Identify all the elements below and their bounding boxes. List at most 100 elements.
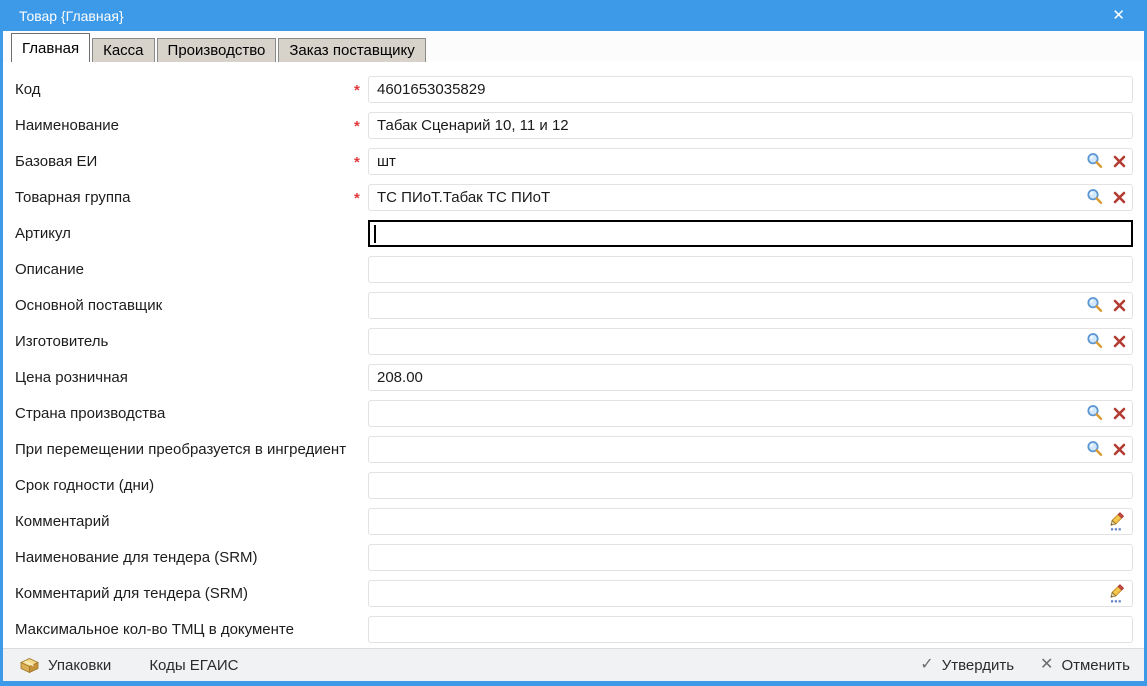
field-label: Наименование bbox=[15, 117, 354, 134]
text-input[interactable]: ТС ПИоТ.Табак ТС ПИоТ bbox=[368, 184, 1133, 211]
required-asterisk: * bbox=[354, 188, 368, 207]
text-input[interactable] bbox=[368, 292, 1133, 319]
required-asterisk: * bbox=[354, 80, 368, 99]
text-input[interactable]: 208.00 bbox=[368, 364, 1133, 391]
text-input[interactable] bbox=[368, 508, 1133, 535]
text-input[interactable] bbox=[368, 256, 1133, 283]
search-icon[interactable] bbox=[1086, 296, 1104, 314]
cancel-button[interactable]: ✕ Отменить bbox=[1040, 657, 1130, 674]
lookup-icon-group bbox=[1086, 440, 1126, 458]
field-label: Артикул bbox=[15, 225, 354, 242]
field-label: Наименование для тендера (SRM) bbox=[15, 549, 354, 566]
close-icon[interactable]: ✕ bbox=[1108, 6, 1129, 25]
edit-icon-group bbox=[1107, 584, 1126, 603]
field-label: Максимальное кол-во ТМЦ в документе bbox=[15, 621, 354, 638]
form-row: Максимальное кол-во ТМЦ в документе bbox=[3, 611, 1144, 647]
search-icon[interactable] bbox=[1086, 440, 1104, 458]
search-icon[interactable] bbox=[1086, 404, 1104, 422]
footer-action[interactable]: Упаковки bbox=[19, 657, 111, 674]
required-asterisk bbox=[354, 340, 368, 342]
form-row: Наименование для тендера (SRM) bbox=[3, 539, 1144, 575]
x-icon: ✕ bbox=[1040, 657, 1053, 673]
required-asterisk bbox=[354, 268, 368, 270]
form-row: Срок годности (дни) bbox=[3, 467, 1144, 503]
form-row: Товарная группа * ТС ПИоТ.Табак ТС ПИоТ bbox=[3, 179, 1144, 215]
text-input[interactable]: 4601653035829 bbox=[368, 76, 1133, 103]
footer-action-label: Упаковки bbox=[48, 657, 111, 674]
required-asterisk: * bbox=[354, 116, 368, 135]
field-label: Изготовитель bbox=[15, 333, 354, 350]
product-dialog-window: Товар {Главная} ✕ Главная Касса Производ… bbox=[0, 0, 1147, 686]
clear-icon[interactable] bbox=[1113, 191, 1126, 204]
form-row: Базовая ЕИ * шт bbox=[3, 143, 1144, 179]
titlebar: Товар {Главная} ✕ bbox=[0, 0, 1147, 31]
clear-icon[interactable] bbox=[1113, 299, 1126, 312]
lookup-icon-group bbox=[1086, 296, 1126, 314]
form-row: Комментарий для тендера (SRM) bbox=[3, 575, 1144, 611]
field-label: Срок годности (дни) bbox=[15, 477, 354, 494]
tab-active[interactable]: Главная bbox=[11, 33, 90, 62]
text-input[interactable]: шт bbox=[368, 148, 1133, 175]
text-input[interactable] bbox=[368, 220, 1133, 247]
field-label: Основной поставщик bbox=[15, 297, 354, 314]
text-input[interactable] bbox=[368, 400, 1133, 427]
form-row: Наименование * Табак Сценарий 10, 11 и 1… bbox=[3, 107, 1144, 143]
field-label: Комментарий bbox=[15, 513, 354, 530]
form-row: Изготовитель bbox=[3, 323, 1144, 359]
required-asterisk bbox=[354, 232, 368, 234]
form-row: Комментарий bbox=[3, 503, 1144, 539]
footer-right-actions: ✓ Утвердить ✕ Отменить bbox=[920, 657, 1130, 674]
form-row: Основной поставщик bbox=[3, 287, 1144, 323]
clear-icon[interactable] bbox=[1113, 155, 1126, 168]
tab-inactive[interactable]: Заказ поставщику bbox=[278, 38, 425, 62]
clear-icon[interactable] bbox=[1113, 443, 1126, 456]
edit-icon-group bbox=[1107, 512, 1126, 531]
field-label: Базовая ЕИ bbox=[15, 153, 354, 170]
text-input[interactable] bbox=[368, 544, 1133, 571]
text-input[interactable] bbox=[368, 616, 1133, 643]
text-input[interactable] bbox=[368, 328, 1133, 355]
required-asterisk bbox=[354, 376, 368, 378]
field-value: 208.00 bbox=[377, 369, 1126, 386]
field-value: ТС ПИоТ.Табак ТС ПИоТ bbox=[377, 189, 1080, 206]
clear-icon[interactable] bbox=[1113, 407, 1126, 420]
lookup-icon-group bbox=[1086, 404, 1126, 422]
text-input[interactable] bbox=[368, 436, 1133, 463]
cancel-button-label: Отменить bbox=[1061, 657, 1130, 674]
approve-button-label: Утвердить bbox=[942, 657, 1014, 674]
text-input[interactable] bbox=[368, 472, 1133, 499]
tab-inactive[interactable]: Касса bbox=[92, 38, 154, 62]
field-label: Комментарий для тендера (SRM) bbox=[15, 585, 354, 602]
text-input[interactable]: Табак Сценарий 10, 11 и 12 bbox=[368, 112, 1133, 139]
form-row: Страна производства bbox=[3, 395, 1144, 431]
form-row: Описание bbox=[3, 251, 1144, 287]
package-icon bbox=[19, 657, 40, 674]
lookup-icon-group bbox=[1086, 332, 1126, 350]
field-label: Описание bbox=[15, 261, 354, 278]
field-value: 4601653035829 bbox=[377, 81, 1126, 98]
required-asterisk bbox=[354, 448, 368, 450]
tab-inactive[interactable]: Производство bbox=[157, 38, 277, 62]
edit-pencil-icon[interactable] bbox=[1107, 512, 1126, 531]
required-asterisk bbox=[354, 628, 368, 630]
clear-icon[interactable] bbox=[1113, 335, 1126, 348]
field-label: Товарная группа bbox=[15, 189, 354, 206]
search-icon[interactable] bbox=[1086, 332, 1104, 350]
check-icon: ✓ bbox=[920, 657, 933, 673]
required-asterisk bbox=[354, 556, 368, 558]
field-label: При перемещении преобразуется в ингредие… bbox=[15, 441, 354, 458]
form-row: Код * 4601653035829 bbox=[3, 71, 1144, 107]
required-asterisk: * bbox=[354, 152, 368, 171]
required-asterisk bbox=[354, 592, 368, 594]
footer-action[interactable]: Коды ЕГАИС bbox=[149, 657, 238, 674]
field-label: Код bbox=[15, 81, 354, 98]
text-input[interactable] bbox=[368, 580, 1133, 607]
search-icon[interactable] bbox=[1086, 188, 1104, 206]
approve-button[interactable]: ✓ Утвердить bbox=[920, 657, 1014, 674]
search-icon[interactable] bbox=[1086, 152, 1104, 170]
edit-pencil-icon[interactable] bbox=[1107, 584, 1126, 603]
required-asterisk bbox=[354, 484, 368, 486]
form-row: Артикул bbox=[3, 215, 1144, 251]
tab-strip: Главная Касса Производство Заказ поставщ… bbox=[3, 31, 1144, 62]
required-asterisk bbox=[354, 304, 368, 306]
